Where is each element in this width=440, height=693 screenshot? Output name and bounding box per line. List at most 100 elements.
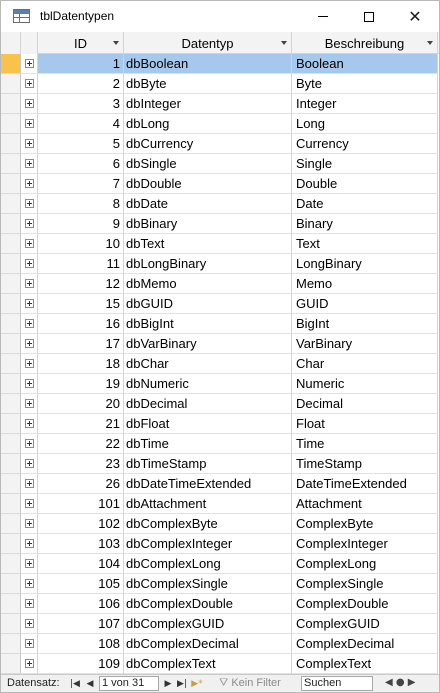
table-row[interactable]: 20 dbDecimal Decimal bbox=[1, 394, 439, 414]
cell-beschreibung[interactable]: Char bbox=[292, 354, 438, 374]
record-selector[interactable] bbox=[1, 174, 21, 194]
expand-subdatasheet-button[interactable] bbox=[21, 54, 38, 74]
cell-id[interactable]: 22 bbox=[38, 434, 124, 454]
cell-id[interactable]: 18 bbox=[38, 354, 124, 374]
expand-subdatasheet-button[interactable] bbox=[21, 174, 38, 194]
record-selector[interactable] bbox=[1, 494, 21, 514]
record-selector[interactable] bbox=[1, 554, 21, 574]
table-row[interactable]: 103 dbComplexInteger ComplexInteger bbox=[1, 534, 439, 554]
cell-id[interactable]: 6 bbox=[38, 154, 124, 174]
cell-datentyp[interactable]: dbCurrency bbox=[124, 134, 292, 154]
cell-datentyp[interactable]: dbAttachment bbox=[124, 494, 292, 514]
cell-datentyp[interactable]: dbBoolean bbox=[124, 54, 292, 74]
cell-id[interactable]: 12 bbox=[38, 274, 124, 294]
previous-record-button[interactable]: ◀ bbox=[84, 676, 96, 691]
table-row[interactable]: 4 dbLong Long bbox=[1, 114, 439, 134]
expand-subdatasheet-button[interactable] bbox=[21, 534, 38, 554]
table-row[interactable]: 104 dbComplexLong ComplexLong bbox=[1, 554, 439, 574]
record-selector[interactable] bbox=[1, 434, 21, 454]
record-selector[interactable] bbox=[1, 134, 21, 154]
cell-id[interactable]: 20 bbox=[38, 394, 124, 414]
expand-subdatasheet-button[interactable] bbox=[21, 94, 38, 114]
table-row[interactable]: 11 dbLongBinary LongBinary bbox=[1, 254, 439, 274]
record-selector[interactable] bbox=[1, 594, 21, 614]
record-selector[interactable] bbox=[1, 394, 21, 414]
cell-id[interactable]: 4 bbox=[38, 114, 124, 134]
cell-beschreibung[interactable]: ComplexInteger bbox=[292, 534, 438, 554]
cell-datentyp[interactable]: dbLongBinary bbox=[124, 254, 292, 274]
cell-beschreibung[interactable]: Text bbox=[292, 234, 438, 254]
table-row[interactable]: 15 dbGUID GUID bbox=[1, 294, 439, 314]
expand-subdatasheet-button[interactable] bbox=[21, 154, 38, 174]
last-record-button[interactable]: ▶| bbox=[176, 676, 188, 691]
column-header-id[interactable]: ID bbox=[38, 32, 124, 54]
record-selector[interactable] bbox=[1, 334, 21, 354]
table-row[interactable]: 1 dbBoolean Boolean bbox=[1, 54, 439, 74]
record-selector[interactable] bbox=[1, 634, 21, 654]
new-record-button[interactable]: ▶* bbox=[191, 676, 203, 691]
cell-id[interactable]: 26 bbox=[38, 474, 124, 494]
cell-datentyp[interactable]: dbMemo bbox=[124, 274, 292, 294]
expand-subdatasheet-button[interactable] bbox=[21, 334, 38, 354]
table-row[interactable]: 106 dbComplexDouble ComplexDouble bbox=[1, 594, 439, 614]
record-selector[interactable] bbox=[1, 54, 21, 74]
first-record-button[interactable]: |◀ bbox=[69, 676, 81, 691]
cell-beschreibung[interactable]: VarBinary bbox=[292, 334, 438, 354]
expand-subdatasheet-button[interactable] bbox=[21, 194, 38, 214]
cell-id[interactable]: 7 bbox=[38, 174, 124, 194]
title-bar[interactable]: tblDatentypen ✕ bbox=[1, 1, 439, 32]
cell-beschreibung[interactable]: ComplexByte bbox=[292, 514, 438, 534]
cell-id[interactable]: 16 bbox=[38, 314, 124, 334]
table-row[interactable]: 9 dbBinary Binary bbox=[1, 214, 439, 234]
record-selector[interactable] bbox=[1, 274, 21, 294]
current-record-field[interactable]: 1 von 31 bbox=[99, 676, 159, 691]
cell-datentyp[interactable]: dbDecimal bbox=[124, 394, 292, 414]
cell-beschreibung[interactable]: Binary bbox=[292, 214, 438, 234]
select-all-corner[interactable] bbox=[1, 32, 21, 54]
record-selector[interactable] bbox=[1, 74, 21, 94]
expand-subdatasheet-button[interactable] bbox=[21, 614, 38, 634]
cell-datentyp[interactable]: dbGUID bbox=[124, 294, 292, 314]
cell-datentyp[interactable]: dbBinary bbox=[124, 214, 292, 234]
cell-beschreibung[interactable]: Time bbox=[292, 434, 438, 454]
search-input[interactable]: Suchen bbox=[301, 676, 373, 691]
table-row[interactable]: 22 dbTime Time bbox=[1, 434, 439, 454]
cell-datentyp[interactable]: dbComplexDouble bbox=[124, 594, 292, 614]
cell-datentyp[interactable]: dbComplexGUID bbox=[124, 614, 292, 634]
cell-datentyp[interactable]: dbLong bbox=[124, 114, 292, 134]
cell-id[interactable]: 101 bbox=[38, 494, 124, 514]
expand-subdatasheet-button[interactable] bbox=[21, 434, 38, 454]
cell-datentyp[interactable]: dbSingle bbox=[124, 154, 292, 174]
cell-id[interactable]: 15 bbox=[38, 294, 124, 314]
cell-beschreibung[interactable]: Single bbox=[292, 154, 438, 174]
cell-id[interactable]: 104 bbox=[38, 554, 124, 574]
record-selector[interactable] bbox=[1, 474, 21, 494]
cell-datentyp[interactable]: dbComplexByte bbox=[124, 514, 292, 534]
table-row[interactable]: 2 dbByte Byte bbox=[1, 74, 439, 94]
table-row[interactable]: 6 dbSingle Single bbox=[1, 154, 439, 174]
table-row[interactable]: 23 dbTimeStamp TimeStamp bbox=[1, 454, 439, 474]
cell-id[interactable]: 5 bbox=[38, 134, 124, 154]
cell-id[interactable]: 102 bbox=[38, 514, 124, 534]
expand-subdatasheet-button[interactable] bbox=[21, 234, 38, 254]
record-selector[interactable] bbox=[1, 574, 21, 594]
cell-datentyp[interactable]: dbByte bbox=[124, 74, 292, 94]
cell-id[interactable]: 105 bbox=[38, 574, 124, 594]
cell-id[interactable]: 9 bbox=[38, 214, 124, 234]
cell-beschreibung[interactable]: LongBinary bbox=[292, 254, 438, 274]
expand-subdatasheet-button[interactable] bbox=[21, 74, 38, 94]
cell-datentyp[interactable]: dbFloat bbox=[124, 414, 292, 434]
table-row[interactable]: 7 dbDouble Double bbox=[1, 174, 439, 194]
expand-subdatasheet-button[interactable] bbox=[21, 574, 38, 594]
table-row[interactable]: 105 dbComplexSingle ComplexSingle bbox=[1, 574, 439, 594]
close-button[interactable]: ✕ bbox=[392, 1, 438, 32]
expand-subdatasheet-button[interactable] bbox=[21, 374, 38, 394]
expand-subdatasheet-button[interactable] bbox=[21, 354, 38, 374]
cell-beschreibung[interactable]: ComplexGUID bbox=[292, 614, 438, 634]
expand-subdatasheet-button[interactable] bbox=[21, 114, 38, 134]
cell-beschreibung[interactable]: BigInt bbox=[292, 314, 438, 334]
record-selector[interactable] bbox=[1, 294, 21, 314]
record-selector[interactable] bbox=[1, 534, 21, 554]
table-row[interactable]: 18 dbChar Char bbox=[1, 354, 439, 374]
expand-subdatasheet-button[interactable] bbox=[21, 494, 38, 514]
